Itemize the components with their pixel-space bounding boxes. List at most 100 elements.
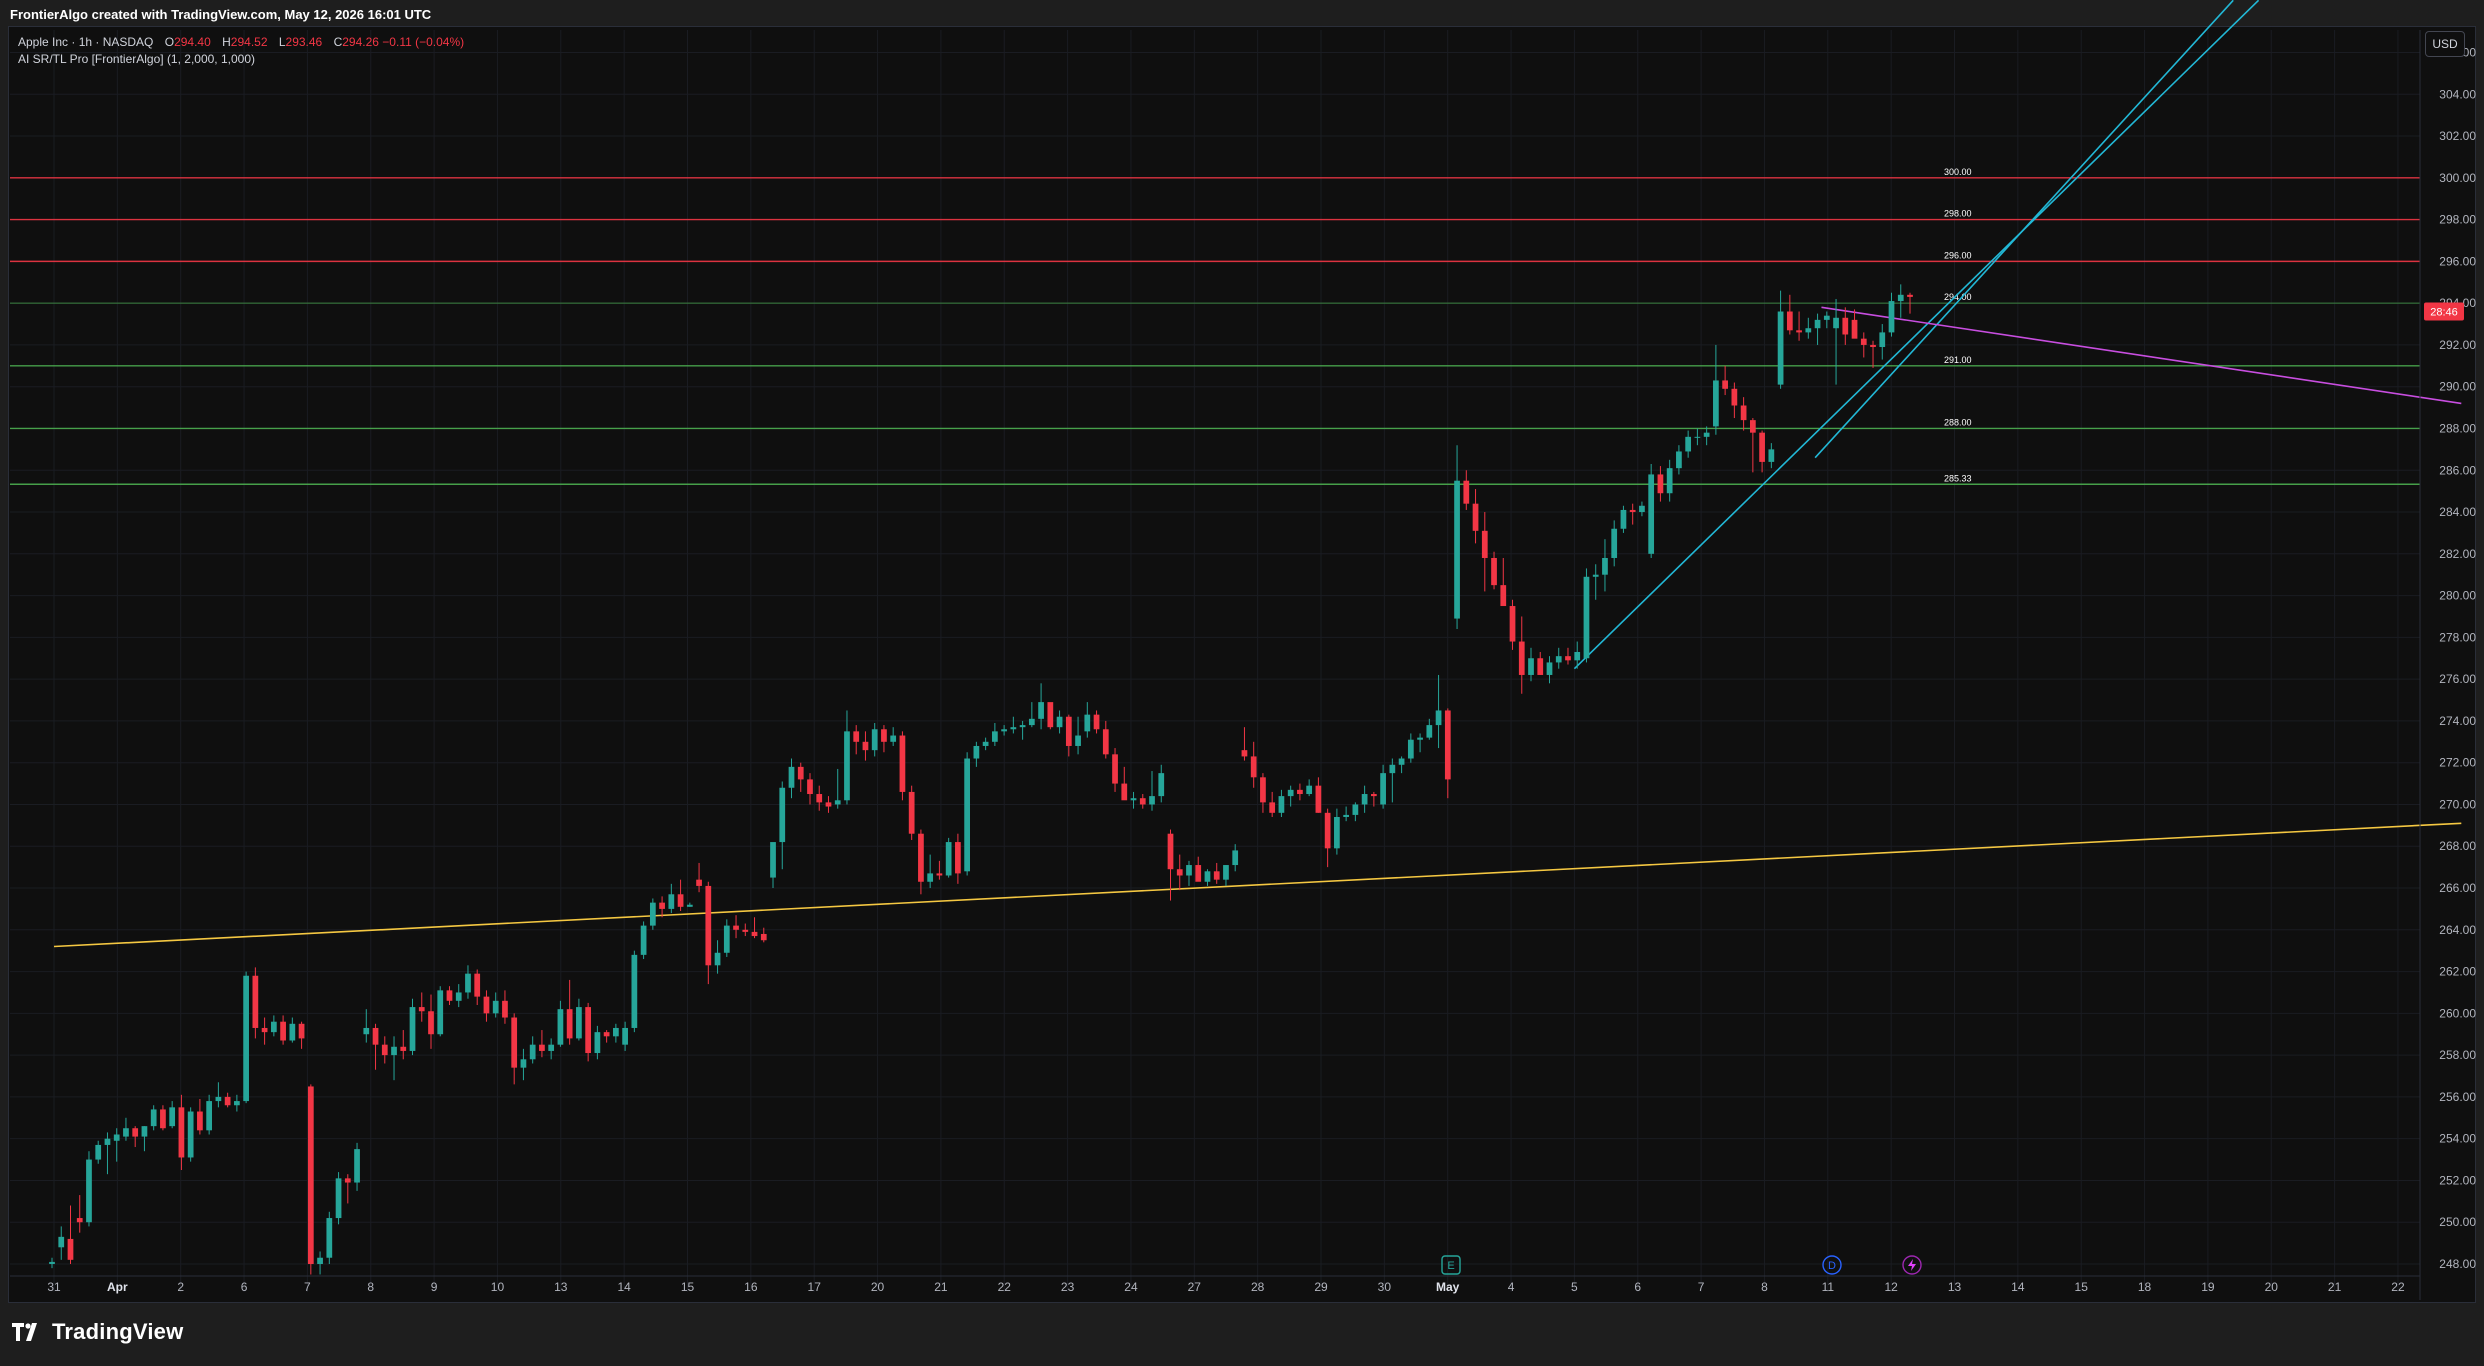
candle-body (539, 1044, 545, 1051)
time-tick-label: 22 (998, 1280, 1012, 1294)
price-tick-label: 248.00 (2439, 1257, 2476, 1271)
legend-indicator-name[interactable]: AI SR/TL Pro [FrontierAlgo] (1, 2,000, 1… (18, 52, 255, 66)
candle-body (1454, 480, 1460, 619)
candle-body (1001, 729, 1007, 732)
time-tick-label: 16 (744, 1280, 758, 1294)
candle-body (992, 731, 998, 742)
time-tick-label: 6 (241, 1280, 248, 1294)
candle-body (585, 1007, 592, 1054)
candle-body (871, 729, 878, 751)
candle-body (520, 1059, 527, 1068)
candle-body (742, 929, 749, 932)
candle-body (197, 1111, 203, 1131)
time-tick-label: 24 (1124, 1280, 1138, 1294)
candle-body (150, 1109, 157, 1127)
time-tick-label: 7 (1698, 1280, 1705, 1294)
time-tick-label: 9 (431, 1280, 438, 1294)
candle-body (1602, 557, 1608, 575)
candle-body (1176, 869, 1183, 876)
time-tick-label: 20 (871, 1280, 885, 1294)
time-tick-label: 13 (554, 1280, 568, 1294)
candle-body (1703, 432, 1710, 437)
level-label: 298.00 (1944, 209, 1972, 219)
candle-body (1112, 754, 1118, 784)
price-tick-label: 302.00 (2439, 129, 2476, 143)
candle-body (1250, 756, 1257, 778)
legend-high-value: 294.52 (230, 35, 268, 49)
candle-body (1528, 658, 1534, 675)
price-tick-label: 282.00 (2439, 547, 2476, 561)
candle-body (1334, 816, 1340, 849)
candle-body (428, 1011, 434, 1035)
candle-body (631, 954, 638, 1028)
candle-body (409, 1007, 416, 1051)
price-tick-label: 252.00 (2439, 1173, 2476, 1187)
candle-body (289, 1023, 296, 1041)
candle-body (890, 735, 897, 742)
candle-body (1620, 509, 1627, 529)
candle-body (1121, 783, 1128, 801)
chart-legend: Apple Inc · 1h · NASDAQ O294.40 H294.52 … (18, 34, 464, 68)
tradingview-brand[interactable]: TradingView (12, 1319, 183, 1345)
candle-body (1056, 716, 1063, 728)
candle-body (206, 1101, 213, 1131)
candlestick-chart[interactable]: 300.00298.00296.00294.00291.00288.00285.… (0, 0, 2484, 1303)
candle-body (1241, 750, 1248, 757)
candle-body (1491, 557, 1497, 586)
candle-body (381, 1044, 388, 1056)
candle-body (548, 1044, 555, 1051)
candle-body (1065, 716, 1072, 746)
candle-body (502, 1000, 508, 1018)
candle-body (816, 794, 823, 803)
legend-open-value: 294.40 (174, 35, 211, 49)
candle-body (603, 1032, 610, 1037)
time-tick-label: 31 (47, 1280, 61, 1294)
candle-body (668, 894, 675, 909)
candle-body (1407, 739, 1414, 759)
candle-body (1777, 311, 1784, 385)
candle-body (649, 902, 656, 926)
candle-body (1823, 315, 1830, 320)
candle-body (1139, 798, 1146, 805)
candle-body (1907, 294, 1913, 297)
candle-body (1694, 436, 1701, 438)
candle-body (483, 996, 490, 1014)
currency-button[interactable]: USD (2425, 31, 2465, 57)
price-tick-label: 298.00 (2439, 213, 2476, 227)
time-tick-label: 12 (1884, 1280, 1898, 1294)
time-tick-label: 27 (1188, 1280, 1202, 1294)
candle-body (862, 741, 869, 751)
candle-body (1352, 804, 1359, 815)
candle-body (844, 731, 850, 801)
candle-body (1583, 576, 1590, 659)
price-tick-label: 276.00 (2439, 672, 2476, 686)
candle-body (1343, 814, 1349, 817)
price-tick-label: 300.00 (2439, 171, 2476, 185)
candle-body (1315, 785, 1322, 813)
news-event-bolt-icon (1908, 1259, 1916, 1271)
candle-body (1685, 436, 1692, 452)
legend-low-label: L (278, 35, 286, 49)
candle-body (1796, 330, 1802, 333)
time-tick-label: 15 (2075, 1280, 2089, 1294)
candle-body (945, 842, 952, 876)
time-tick-label: 21 (2328, 1280, 2342, 1294)
candle-body (1676, 451, 1682, 469)
time-tick-label: 6 (1634, 1280, 1641, 1294)
candle-body (640, 925, 647, 955)
candle-body (1592, 574, 1599, 577)
price-tick-label: 278.00 (2439, 630, 2476, 644)
candle-body (899, 735, 906, 792)
time-tick-label: 30 (1378, 1280, 1392, 1294)
trendline-rising-support-2 (1814, 0, 2234, 459)
candle-body (474, 973, 481, 997)
time-tick-label: 8 (1761, 1280, 1768, 1294)
legend-high-label: H (222, 35, 231, 49)
candle-body (1657, 474, 1664, 494)
legend-symbol[interactable]: Apple Inc · 1h · NASDAQ (18, 35, 153, 49)
candle-body (317, 1257, 323, 1264)
trendline-rising-support-1 (1573, 0, 2260, 670)
candle-body (141, 1126, 148, 1137)
candle-body (1759, 432, 1765, 462)
candle-body (391, 1046, 397, 1056)
